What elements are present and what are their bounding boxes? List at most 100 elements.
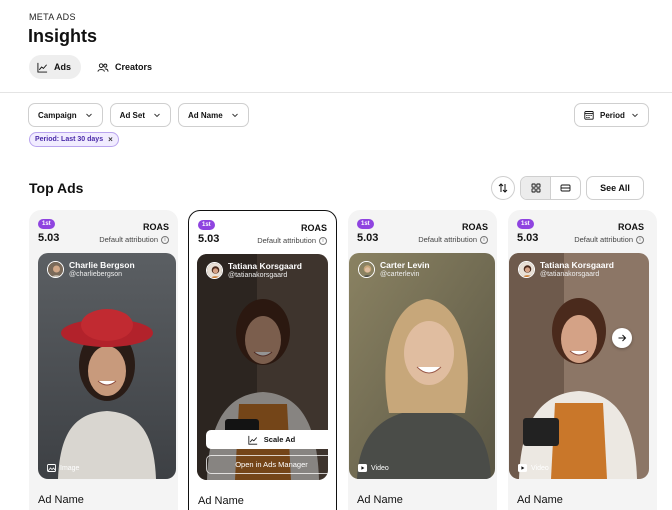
creator-info: Tatiana Korsgaard @tatianakorsgaard <box>518 260 614 279</box>
attribution-label: Default attribution <box>257 236 316 245</box>
ad-media[interactable]: Tatiana Korsgaard @tatianakorsgaard Scal… <box>197 254 328 480</box>
chip-label: Period: Last 30 days <box>35 136 104 143</box>
view-tabs: Ads Creators <box>29 55 162 79</box>
period-label: Period <box>600 110 625 120</box>
ad-name: Ad Name <box>357 494 403 506</box>
attribution-label: Default attribution <box>574 235 633 244</box>
ad-set-filter[interactable]: Ad Set <box>109 103 172 127</box>
see-all-button[interactable]: See All <box>586 176 644 200</box>
metric-label: ROAS <box>142 222 169 232</box>
avatar[interactable] <box>206 262 223 279</box>
grid-icon <box>531 183 540 193</box>
chevron-down-icon <box>154 113 160 118</box>
view-toggle <box>520 176 581 200</box>
carousel-next-button[interactable] <box>612 328 632 348</box>
avatar[interactable] <box>358 261 375 278</box>
metric-label: ROAS <box>300 223 327 233</box>
media-type: Video <box>518 464 549 472</box>
info-icon[interactable]: i <box>636 235 644 244</box>
metric-value: 5.03 <box>198 233 220 245</box>
media-type: Image <box>47 464 79 472</box>
attribution: Default attribution i <box>99 235 169 244</box>
metric-label: ROAS <box>617 222 644 232</box>
creator-handle: @tatianakorsgaard <box>540 271 600 278</box>
attribution: Default attribution i <box>574 235 644 244</box>
media-type-label: Video <box>531 464 549 472</box>
info-icon[interactable]: i <box>480 235 488 244</box>
ad-name: Ad Name <box>38 494 84 506</box>
creator-name: Tatiana Korsgaard <box>540 260 615 270</box>
ad-name-filter[interactable]: Ad Name <box>178 103 249 127</box>
ad-media[interactable]: Tatiana Korsgaard @tatianakorsgaard Vide… <box>509 253 649 479</box>
creator-handle: @tatianakorsgaard <box>228 272 288 279</box>
filter-bar: Campaign Ad Set Ad Name <box>28 103 249 127</box>
metric-label: ROAS <box>461 222 488 232</box>
ad-media[interactable]: Carter Levin @carterlevin Video <box>349 253 495 479</box>
grid-view-button[interactable] <box>521 177 551 199</box>
metric-value: 5.03 <box>38 232 60 244</box>
list-icon <box>560 184 571 192</box>
ad-card[interactable]: 1st 5.03 ROAS Default attribution i Cart… <box>348 210 497 510</box>
image-icon <box>47 464 56 472</box>
header-divider <box>0 92 672 93</box>
open-in-ads-manager-button[interactable]: Open in Ads Manager <box>206 455 328 474</box>
creator-handle: @carterlevin <box>380 271 420 278</box>
tab-creators-label: Creators <box>115 62 153 72</box>
attribution: Default attribution i <box>418 235 488 244</box>
play-icon <box>358 464 367 472</box>
close-icon[interactable]: × <box>108 135 113 144</box>
ad-card[interactable]: 1st 5.03 ROAS Default attribution i Tati… <box>508 210 657 510</box>
sort-arrows-icon <box>498 183 508 193</box>
tab-ads-label: Ads <box>54 62 72 72</box>
period-dropdown[interactable]: Period <box>574 103 649 127</box>
active-filter-chip[interactable]: Period: Last 30 days × <box>29 132 119 147</box>
list-view-button[interactable] <box>551 177 580 199</box>
creator-name: Tatiana Korsgaard <box>228 261 303 271</box>
chevron-down-icon <box>231 113 238 118</box>
campaign-filter-label: Campaign <box>38 110 77 120</box>
avatar[interactable] <box>518 261 535 278</box>
chevron-down-icon <box>85 113 92 118</box>
users-icon <box>97 62 109 72</box>
ad-photo <box>349 253 495 479</box>
ad-media[interactable]: Charlie Bergson @charliebergson Image <box>38 253 176 479</box>
attribution-label: Default attribution <box>418 235 477 244</box>
ad-card-selected[interactable]: 1st 5.03 ROAS Default attribution i Tati… <box>188 210 337 510</box>
creator-name: Carter Levin <box>380 260 430 270</box>
attribution-label: Default attribution <box>99 235 158 244</box>
creator-info: Charlie Bergson @charliebergson <box>47 260 135 279</box>
media-type: Video <box>358 464 389 472</box>
calendar-icon <box>584 111 594 120</box>
ad-name: Ad Name <box>198 495 244 507</box>
info-icon[interactable]: i <box>319 236 327 245</box>
metric-value: 5.03 <box>357 232 379 244</box>
ad-name-filter-label: Ad Name <box>188 110 223 120</box>
scale-ad-button[interactable]: Scale Ad <box>206 430 328 449</box>
attribution: Default attribution i <box>257 236 327 245</box>
avatar[interactable] <box>47 261 64 278</box>
ad-name: Ad Name <box>517 494 563 506</box>
rank-badge: 1st <box>38 219 55 229</box>
ad-photo <box>509 253 649 479</box>
media-type-label: Image <box>60 464 80 472</box>
creator-info: Tatiana Korsgaard @tatianakorsgaard <box>206 261 302 280</box>
tab-ads[interactable]: Ads <box>29 55 82 79</box>
ad-photo <box>38 253 176 479</box>
rank-badge: 1st <box>198 220 215 230</box>
metric-value: 5.03 <box>517 232 539 244</box>
media-type-label: Video <box>371 464 389 472</box>
creator-handle: @charliebergson <box>69 271 123 278</box>
rank-badge: 1st <box>517 219 534 229</box>
sort-button[interactable] <box>491 176 515 200</box>
campaign-filter[interactable]: Campaign <box>28 103 103 127</box>
ad-card[interactable]: 1st 5.03 ROAS Default attribution i Char… <box>29 210 178 510</box>
page-eyebrow: META ADS <box>29 12 76 22</box>
line-chart-icon <box>248 435 257 445</box>
rank-badge: 1st <box>357 219 374 229</box>
arrow-right-icon <box>618 334 627 342</box>
section-title: Top Ads <box>29 180 84 196</box>
creator-name: Charlie Bergson <box>69 260 135 270</box>
info-icon[interactable]: i <box>161 235 169 244</box>
top-ads-carousel: 1st 5.03 ROAS Default attribution i Char… <box>29 210 672 510</box>
tab-creators[interactable]: Creators <box>89 55 162 79</box>
